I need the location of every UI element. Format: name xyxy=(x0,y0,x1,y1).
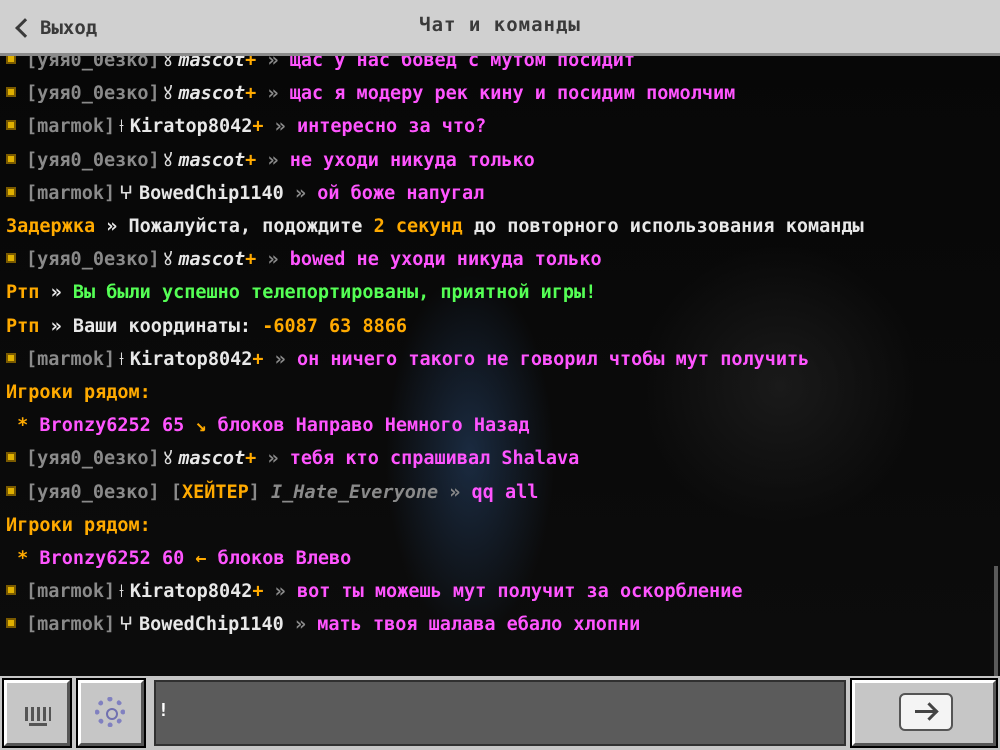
chat-line: * Bronzy6252 60 ← блоков Влево xyxy=(17,548,352,570)
chat-log[interactable]: [уяя0_0езко] ꙋ mascot+ » щас у нас бовед с… xyxy=(0,56,1000,676)
chat-line: Задержка » Пожалуйста, подождите 2 секун… xyxy=(6,216,864,238)
chat-line: Игроки рядом: xyxy=(6,382,151,404)
chat-bullet-icon xyxy=(6,452,16,463)
chat-line: [уяя0_0езко] [ХЕЙТЕР] I_Hate_Everyone » … xyxy=(6,476,990,509)
keyboard-spacebar xyxy=(29,723,47,726)
chat-bullet-icon xyxy=(6,153,16,164)
arrow-right-icon xyxy=(899,693,953,731)
direction-arrow-icon: ↘ xyxy=(195,415,207,437)
chat-bullet-icon xyxy=(6,56,16,64)
chat-bullet-icon xyxy=(6,120,16,131)
send-button[interactable] xyxy=(850,678,998,748)
chat-bullet-icon xyxy=(6,186,16,197)
chat-line: [marmok] ⵖ BowedChip1140 » мать твоя шалав… xyxy=(6,608,990,641)
chat-bullet-icon xyxy=(6,585,16,596)
keyboard-button[interactable] xyxy=(2,678,72,748)
chat-bullet-icon xyxy=(6,485,16,496)
chat-line: [marmok] ⟊ Kiratop8042+ » он ничего такого… xyxy=(6,343,990,376)
arrow-head xyxy=(920,702,939,721)
chat-line: Игроки рядом: xyxy=(6,514,151,536)
chat-line: [уяя0_0езко] ꙋ mascot+ » щас я модеру рек … xyxy=(6,77,990,110)
chat-line: * Bronzy6252 65 ↘ блоков Направо Немного… xyxy=(17,415,530,437)
chat-settings-button[interactable] xyxy=(76,678,146,748)
chat-line: [marmok] ⵖ BowedChip1140 » ой боже напугал xyxy=(6,177,990,210)
direction-arrow-icon: ← xyxy=(195,548,207,570)
chat-line: Ртп » Ваши координаты: -6087 63 8866 xyxy=(6,315,407,337)
chat-scrollbar[interactable] xyxy=(994,566,998,676)
chat-bullet-icon xyxy=(6,87,16,98)
chat-line: [уяя0_0езко] ꙋ mascot+ » тебя кто спрашива… xyxy=(6,442,990,475)
chat-bullet-icon xyxy=(6,352,16,363)
chat-line: [marmok] ⟊ Kiratop8042+ » вот ты можешь му… xyxy=(6,575,990,608)
chat-line: [уяя0_0езко] ꙋ mascot+ » не уходи никуда т… xyxy=(6,144,990,177)
chat-bullet-icon xyxy=(6,253,16,264)
chat-input[interactable]: ! xyxy=(154,680,846,746)
keyboard-icon xyxy=(25,707,51,721)
chat-line: [marmok] ⟊ Kiratop8042+ » интересно за что… xyxy=(6,110,990,143)
bottom-bar: ! xyxy=(0,676,1000,750)
chat-bullet-icon xyxy=(6,618,16,629)
chat-line: [уяя0_0езко] ꙋ mascot+ » bowed не уходи ни… xyxy=(6,243,990,276)
page-title: Чат и команды xyxy=(419,14,581,36)
chat-line: [уяя0_0езко] ꙋ mascot+ » щас у нас бовед с… xyxy=(6,56,990,77)
chat-line: Ртп » Вы были успешно телепортированы, п… xyxy=(6,282,597,304)
gear-icon xyxy=(95,697,125,727)
top-bar: Выход Чат и команды xyxy=(0,0,1000,56)
